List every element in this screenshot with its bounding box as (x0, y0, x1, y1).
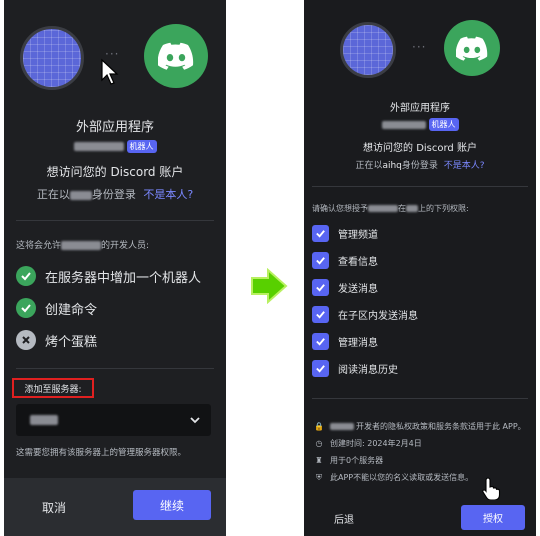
shield-icon: ⛨ (316, 472, 322, 482)
divider (16, 368, 214, 369)
discord-logo-icon (444, 20, 500, 76)
lock-icon: 🔒 (314, 422, 324, 431)
info-text: 开发者的隐私权政策和服务条款适用于此 APP。 (356, 422, 526, 431)
permission-checkbox-row[interactable]: 在子区内发送消息 (312, 306, 418, 323)
permission-label: 在服务器中增加一个机器人 (45, 270, 202, 286)
permission-checkbox-row[interactable]: 查看信息 (312, 252, 378, 269)
redacted-server-name (406, 205, 418, 212)
confirm-mid: 在 (398, 204, 406, 213)
info-text: 此APP不能以您的名义读取或发送信息。 (330, 473, 474, 482)
user-avatar (340, 22, 396, 78)
cancel-button[interactable]: 取消 (22, 492, 86, 522)
redacted-app-name (368, 205, 398, 212)
logged-in-prefix: 正在以 (36, 188, 70, 201)
not-you-link[interactable]: 不是本人? (143, 188, 193, 201)
permission-checkbox-row[interactable]: 管理消息 (312, 333, 378, 350)
checkbox-checked-icon[interactable] (312, 306, 329, 323)
redacted-username (69, 190, 92, 200)
divider (312, 186, 528, 187)
check-icon (16, 266, 36, 286)
info-text: 创建时间: 2024年2月4日 (330, 439, 422, 448)
checkbox-checked-icon[interactable] (312, 360, 329, 377)
info-created-row: ◷ 创建时间: 2024年2月4日 (314, 438, 422, 449)
permission-label: 烤个蛋糕 (45, 334, 98, 350)
check-icon (16, 298, 36, 318)
chevron-down-icon (190, 417, 200, 424)
wants-access-text: 想访问您的 Discord 账户 (46, 165, 184, 179)
permission-label: 创建命令 (45, 302, 98, 318)
permission-label: 在子区内发送消息 (338, 311, 418, 322)
confirm-prefix: 请确认您想授予 (312, 204, 368, 213)
permission-checkbox-row[interactable]: 发送消息 (312, 279, 378, 296)
bot-badge: 机器人 (126, 139, 157, 153)
redacted-server-name (30, 415, 58, 425)
info-shield-row: ⛨ 此APP不能以您的名义读取或发送信息。 (314, 472, 473, 483)
arrow-right-icon (251, 268, 288, 304)
authorize-button[interactable]: 授权 (461, 505, 525, 530)
permission-item: 在服务器中增加一个机器人 (16, 266, 201, 286)
app-name-line: 机器人 (304, 118, 536, 131)
bot-badge: 机器人 (428, 118, 459, 131)
mouse-cursor-icon (101, 58, 119, 85)
connection-dots: ··· (412, 40, 427, 54)
logged-in-suffix: 身份登录 (401, 161, 438, 171)
confirm-suffix: 上的下列权限: (418, 204, 469, 213)
hand-cursor-icon (482, 477, 501, 501)
divider (16, 220, 214, 221)
confirm-heading: 请确认您想授予 在 上的下列权限: (312, 203, 469, 214)
checkbox-checked-icon[interactable] (312, 279, 329, 296)
logged-in-prefix: 正在以 (355, 161, 383, 171)
info-text: 用于0个服务器 (330, 456, 384, 465)
clock-icon: ◷ (315, 439, 323, 448)
redacted-app-name (330, 423, 354, 430)
add-to-server-label: 添加至服务器: (12, 378, 94, 398)
info-privacy-row: 🔒 开发者的隐私权政策和服务条款适用于此 APP。 (314, 421, 526, 432)
add-to-server-text: 添加至服务器: (24, 384, 82, 395)
divider (312, 398, 528, 399)
server-permission-note: 这需要您拥有该服务器上的管理服务器权限。 (16, 448, 187, 458)
permission-label: 管理频道 (338, 230, 378, 241)
left-authorize-panel: ··· 外部应用程序 机器人 想访问您的 Discord 账户 正在以 身份登录 … (4, 0, 226, 536)
redacted-app-name (381, 120, 426, 129)
permission-item: 烤个蛋糕 (16, 330, 97, 350)
checkbox-checked-icon[interactable] (312, 333, 329, 350)
redacted-app-name (73, 141, 124, 151)
info-servers-row: ♜ 用于0个服务器 (314, 455, 383, 466)
permission-item: 创建命令 (16, 298, 97, 318)
footer-bar: 后退 授权 (304, 500, 536, 536)
app-type-title: 外部应用程序 (75, 120, 154, 135)
user-avatar (20, 26, 84, 90)
logged-in-line: 正在以 身份登录 不是本人? (4, 186, 226, 202)
server-select-dropdown[interactable] (16, 404, 211, 436)
continue-button[interactable]: 继续 (133, 490, 211, 520)
back-button[interactable]: 后退 (322, 506, 366, 530)
checkbox-checked-icon[interactable] (312, 225, 329, 242)
logged-in-line: 正在以aihq身份登录 不是本人? (304, 158, 536, 171)
server-icon: ♜ (315, 456, 323, 465)
not-you-link[interactable]: 不是本人? (444, 161, 485, 171)
permits-prefix: 这将会允许 (16, 241, 62, 251)
permission-checkbox-row[interactable]: 阅读消息历史 (312, 360, 398, 377)
app-name-line: 机器人 (4, 139, 226, 153)
x-icon (16, 330, 36, 350)
username: aihq (382, 161, 402, 171)
checkbox-checked-icon[interactable] (312, 252, 329, 269)
discord-logo-icon (144, 24, 208, 88)
permission-checkbox-row[interactable]: 管理频道 (312, 225, 378, 242)
redacted-app-name (61, 241, 102, 250)
permission-label: 管理消息 (338, 338, 378, 349)
permits-suffix: 的开发人员: (101, 241, 150, 251)
permission-label: 阅读消息历史 (338, 365, 398, 376)
logged-in-suffix: 身份登录 (91, 188, 136, 201)
footer-bar: 取消 继续 (4, 478, 226, 536)
right-authorize-panel: ··· 外部应用程序 机器人 想访问您的 Discord 账户 正在以aihq身… (304, 0, 536, 536)
permits-heading: 这将会允许 的开发人员: (16, 238, 149, 251)
permission-label: 发送消息 (338, 284, 378, 295)
app-type-title: 外部应用程序 (390, 103, 450, 114)
wants-access-text: 想访问您的 Discord 账户 (363, 143, 477, 154)
permission-label: 查看信息 (338, 257, 378, 268)
